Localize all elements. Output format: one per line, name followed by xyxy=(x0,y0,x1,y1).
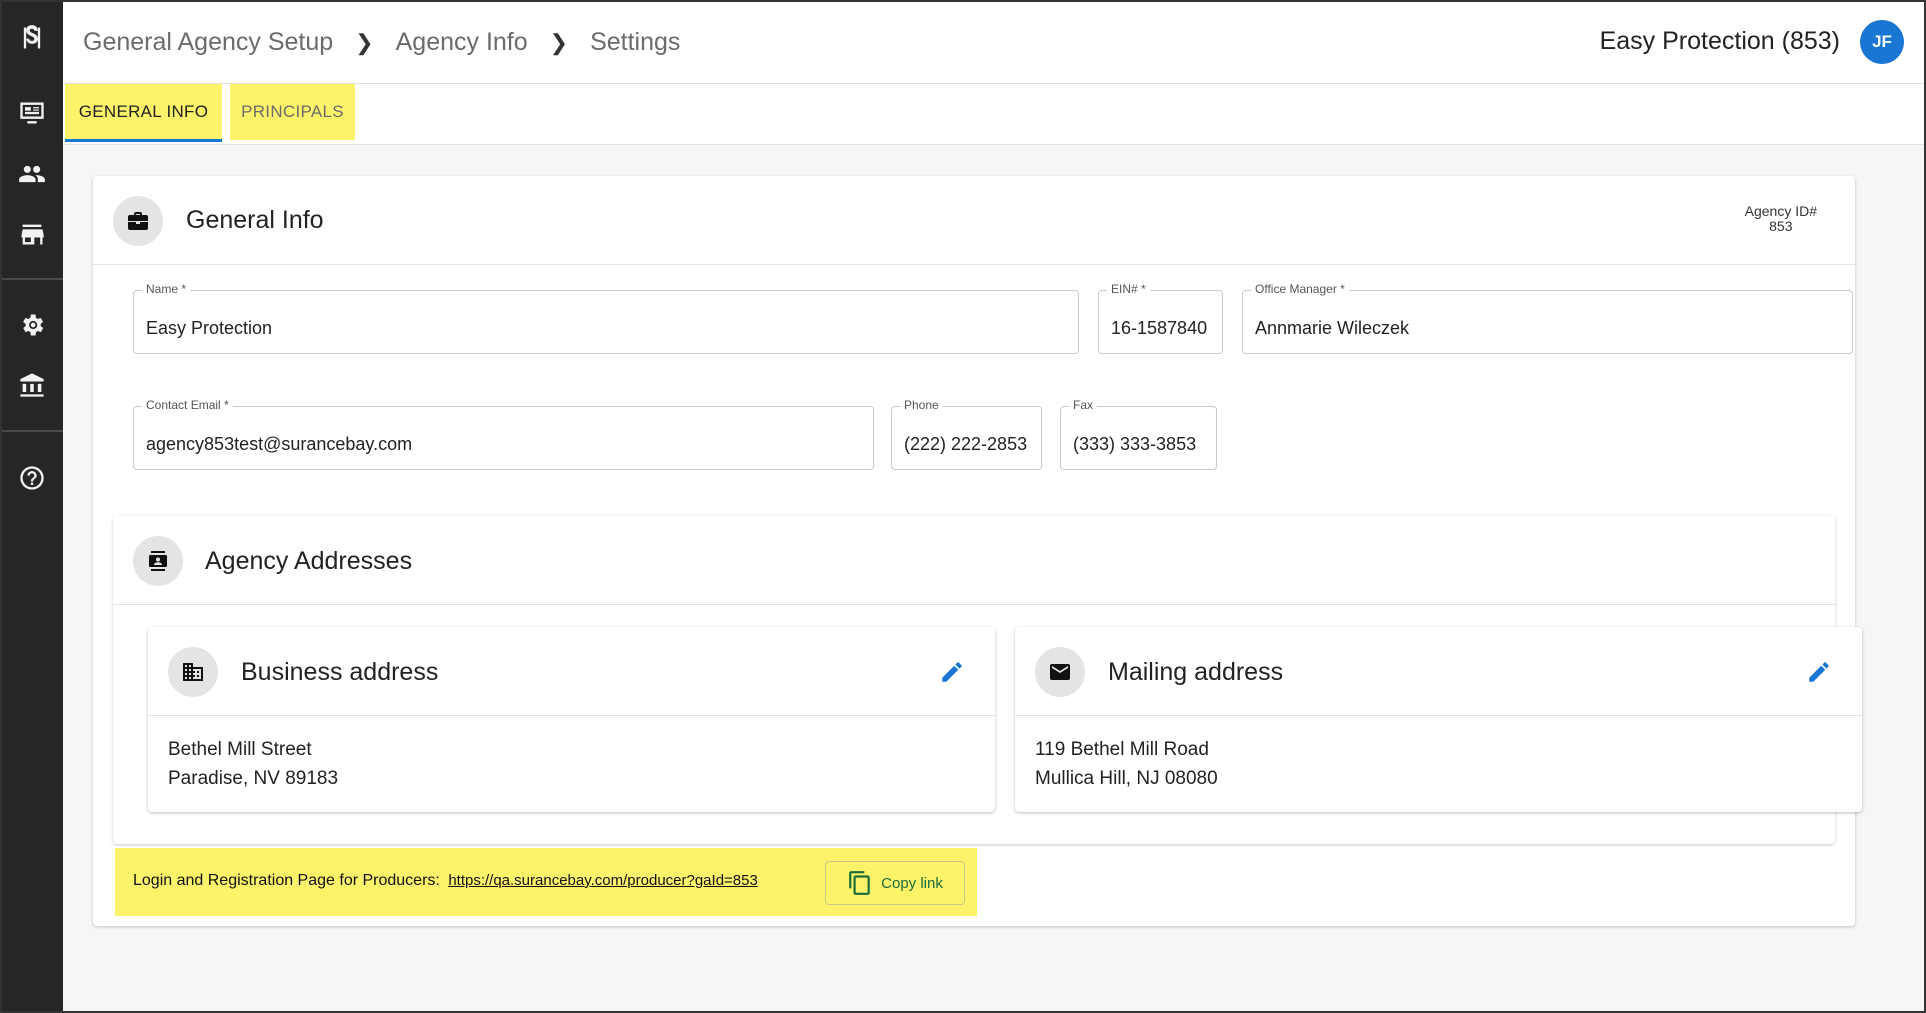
company-name: Easy Protection (853) xyxy=(1599,27,1840,55)
general-info-card: General Info Agency ID# 853 Name * Easy … xyxy=(93,176,1862,926)
briefcase-icon xyxy=(113,196,163,246)
tab-general-info[interactable]: GENERAL INFO xyxy=(65,84,222,142)
tab-bar: GENERAL INFO PRINCIPALS xyxy=(63,84,1924,145)
ein-field[interactable]: EIN# * 16-1587840 xyxy=(1098,282,1223,354)
fax-field[interactable]: Fax (333) 333-3853 xyxy=(1060,398,1217,470)
agency-addresses-header: Agency Addresses xyxy=(113,516,1835,605)
mailing-address-title: Mailing address xyxy=(1108,658,1284,686)
business-address-line2: Paradise, NV 89183 xyxy=(168,768,339,789)
ein-label: EIN# * xyxy=(1107,282,1150,296)
mailing-address-card: Mailing address 119 Bethel Mill Road Mul… xyxy=(1015,627,1862,812)
contact-email-field[interactable]: Contact Email * agency853test@surancebay… xyxy=(133,398,874,470)
breadcrumb-item[interactable]: General Agency Setup xyxy=(83,28,333,57)
mailing-address-line1: 119 Bethel Mill Road xyxy=(1035,739,1209,760)
business-address-line1: Bethel Mill Street xyxy=(168,739,312,760)
fax-value: (333) 333-3853 xyxy=(1073,434,1197,454)
user-avatar[interactable]: JF xyxy=(1860,20,1904,64)
producer-link-text: Login and Registration Page for Producer… xyxy=(133,872,758,890)
office-manager-label: Office Manager * xyxy=(1251,282,1349,296)
general-info-header: General Info Agency ID# 853 xyxy=(93,176,1855,265)
breadcrumb-current: Settings xyxy=(590,28,681,56)
business-address-title: Business address xyxy=(241,658,439,686)
top-header: General Agency Setup ❯ Agency Info ❯ Set… xyxy=(63,2,1924,84)
rail-divider-2 xyxy=(2,430,63,432)
producer-link-url[interactable]: https://qa.surancebay.com/producer?gaId=… xyxy=(448,872,758,889)
producer-link-label: Login and Registration Page for Producer… xyxy=(133,872,440,889)
name-value: Easy Protection xyxy=(146,318,273,338)
side-nav xyxy=(2,2,63,1011)
contact-email-value: agency853test@surancebay.com xyxy=(146,434,413,454)
app-logo-icon[interactable] xyxy=(16,22,48,54)
copy-link-button[interactable]: Copy link xyxy=(825,861,965,905)
chevron-right-icon: ❯ xyxy=(355,29,374,55)
copy-link-label: Copy link xyxy=(881,874,943,892)
agency-id-value: 853 xyxy=(1769,218,1793,234)
bank-icon[interactable] xyxy=(16,369,48,401)
name-label: Name * xyxy=(142,282,191,296)
rail-divider xyxy=(2,278,63,280)
help-icon[interactable] xyxy=(16,462,48,494)
name-field[interactable]: Name * Easy Protection xyxy=(133,282,1079,354)
phone-value: (222) 222-2853 xyxy=(904,434,1028,454)
edit-pencil-icon[interactable] xyxy=(1806,659,1832,685)
section-title: General Info xyxy=(186,206,324,234)
chevron-right-icon: ❯ xyxy=(549,29,569,55)
producer-link-banner: Login and Registration Page for Producer… xyxy=(115,848,977,916)
settings-gear-icon[interactable] xyxy=(16,309,48,341)
office-manager-value: Annmarie Wileczek xyxy=(1255,318,1410,338)
business-address-header: Business address xyxy=(148,627,995,716)
contact-card-icon xyxy=(133,536,183,586)
people-icon[interactable] xyxy=(16,158,48,190)
addresses-title: Agency Addresses xyxy=(205,547,413,575)
mailing-address-header: Mailing address xyxy=(1015,627,1862,716)
breadcrumb: General Agency Setup ❯ Agency Info ❯ Set… xyxy=(83,28,680,57)
dashboard-icon[interactable] xyxy=(16,97,48,129)
breadcrumb-item[interactable]: Agency Info xyxy=(396,28,528,57)
tab-principals[interactable]: PRINCIPALS xyxy=(230,84,355,140)
contact-email-label: Contact Email * xyxy=(142,398,233,412)
ein-value: 16-1587840 xyxy=(1111,318,1208,338)
copy-icon xyxy=(849,871,870,895)
fax-label: Fax xyxy=(1069,398,1098,412)
edit-pencil-icon[interactable] xyxy=(939,659,965,685)
agency-id-label: Agency ID# xyxy=(1744,203,1817,219)
store-icon[interactable] xyxy=(16,218,48,250)
envelope-icon xyxy=(1035,647,1085,697)
phone-label: Phone xyxy=(900,398,943,412)
agency-id: Agency ID# 853 xyxy=(1745,204,1817,234)
agency-addresses-section: Agency Addresses Business address Bethel… xyxy=(113,516,1862,844)
business-address-card: Business address Bethel Mill Street Para… xyxy=(148,627,995,812)
office-manager-field[interactable]: Office Manager * Annmarie Wileczek xyxy=(1242,282,1853,354)
phone-field[interactable]: Phone (222) 222-2853 xyxy=(891,398,1042,470)
mailing-address-line2: Mullica Hill, NJ 08080 xyxy=(1035,768,1218,789)
building-icon xyxy=(168,647,218,697)
